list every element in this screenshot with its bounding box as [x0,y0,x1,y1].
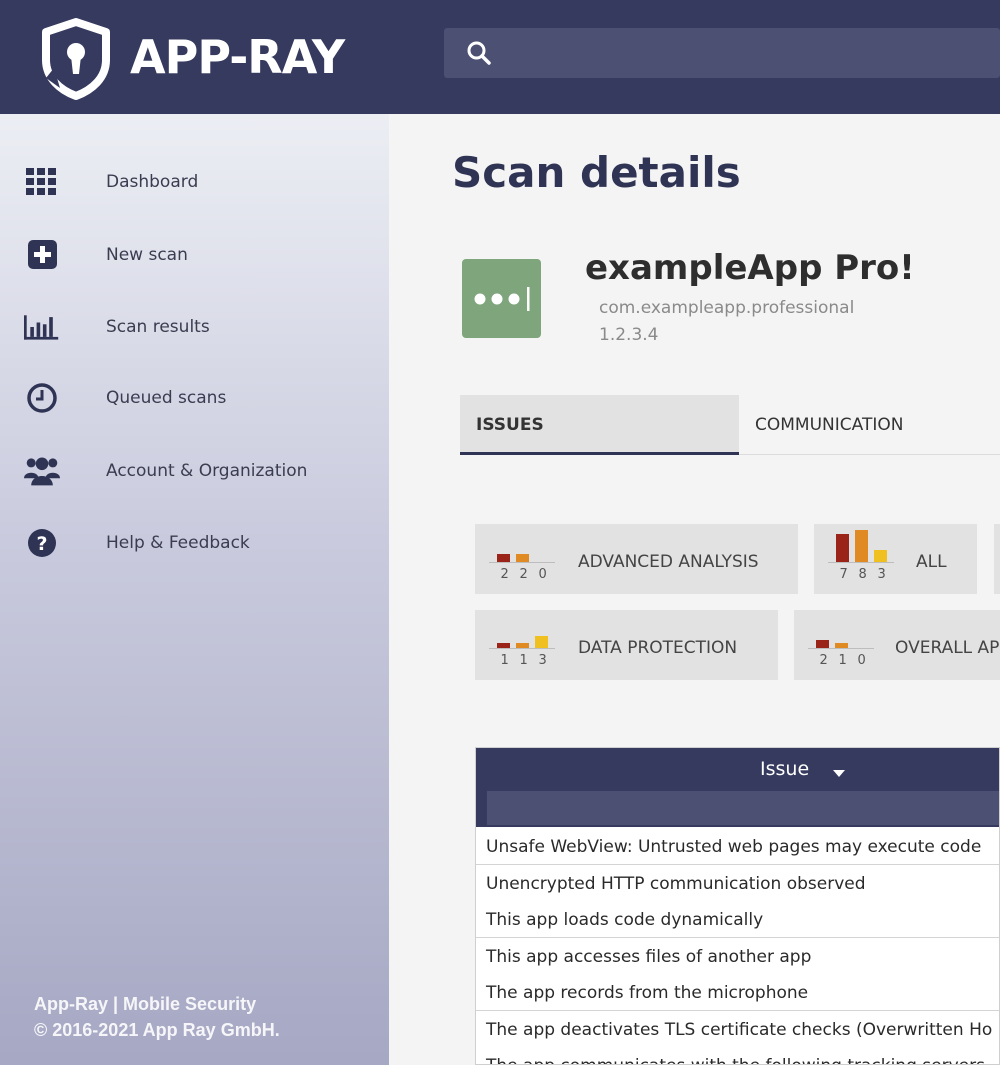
severity-count-low: 0 [539,567,547,582]
severity-bar-high [836,534,849,562]
sort-desc-icon[interactable] [833,770,845,777]
severity-count-medium: 8 [859,567,867,582]
severity-bar-low [874,550,887,562]
shield-logo-icon[interactable] [40,18,112,100]
search-bar[interactable] [444,28,1000,78]
issue-title: The app records from the microphone [486,983,809,1003]
issue-title: The app deactivates TLS certificate chec… [486,1019,993,1040]
severity-count-low: 0 [858,653,866,668]
sidebar-item-scan-results[interactable]: Scan results [0,302,389,352]
tab-label: ISSUES [476,415,544,435]
clock-icon [27,383,57,413]
category-label: ADVANCED ANALYSIS [578,552,759,572]
category-label: OVERALL AP [895,638,1000,658]
severity-count-high: 1 [501,653,509,668]
severity-bar-high [816,640,829,648]
app-version: 1.2.3.4 [599,325,659,345]
severity-mini-chart: 220 [489,554,555,582]
table-row[interactable]: This app loads code dynamically [476,901,999,938]
tab-label: COMMUNICATION [755,415,904,435]
footer-copyright: © 2016-2021 App Ray GmbH. [34,1020,280,1040]
table-header: Issue [476,748,999,827]
sidebar-item-label: Queued scans [106,388,227,408]
severity-bar-medium [516,554,529,562]
issue-filter-input[interactable] [487,791,999,825]
sidebar-item-label: New scan [106,245,188,265]
tab-issues[interactable]: ISSUES [460,395,739,455]
app-name: exampleApp Pro! [585,248,915,288]
issue-title: This app loads code dynamically [486,910,764,930]
sidebar-item-dashboard[interactable]: Dashboard [0,157,389,207]
top-header: APP-RAY [0,0,1000,114]
sidebar-item-label: Account & Organization [106,461,308,481]
severity-bar-high [497,554,510,562]
plus-square-icon [28,240,57,269]
app-package: com.exampleapp.professional [599,298,855,318]
sidebar-item-label: Scan results [106,317,210,337]
severity-count-medium: 1 [839,653,847,668]
sidebar-item-label: Help & Feedback [106,533,250,553]
severity-count-low: 3 [878,567,886,582]
severity-count-high: 7 [840,567,848,582]
brand-name[interactable]: APP-RAY [130,30,345,84]
severity-mini-chart: 783 [828,530,894,582]
page-title: Scan details [452,148,741,197]
category-card-overall[interactable]: 210 OVERALL AP [794,610,1000,680]
severity-bar-low [535,636,548,648]
severity-count-low: 3 [539,653,547,668]
issue-title: The app communicates with the following … [486,1056,985,1064]
category-card-data-protection[interactable]: 113 DATA PROTECTION [475,610,778,680]
table-row[interactable]: The app communicates with the following … [476,1047,999,1064]
table-row[interactable]: This app accesses files of another app [476,937,999,975]
category-label: ALL [916,552,947,572]
severity-count-medium: 2 [520,567,528,582]
tabs-divider [739,454,1000,455]
severity-bar-medium [835,643,848,648]
severity-bar-medium [516,643,529,648]
search-icon[interactable] [466,40,492,66]
help-icon: ? [28,529,56,557]
issue-title: This app accesses files of another app [486,946,812,967]
category-card-partial[interactable] [994,524,1000,594]
column-header-issue[interactable]: Issue [760,758,809,780]
table-row[interactable]: The app deactivates TLS certificate chec… [476,1010,999,1048]
severity-count-medium: 1 [520,653,528,668]
app-icon [462,259,541,338]
issue-title: Unsafe WebView: Untrusted web pages may … [486,837,982,857]
issue-title: Unencrypted HTTP communication observed [486,873,866,894]
category-card-all[interactable]: 783 ALL [814,524,977,594]
sidebar: Dashboard New scan Scan results Queued s… [0,114,389,1065]
password-dots-icon [474,287,530,311]
table-row[interactable]: The app records from the microphone [476,974,999,1011]
sidebar-item-help[interactable]: ? Help & Feedback [0,518,389,568]
severity-bar-high [497,643,510,648]
severity-count-high: 2 [820,653,828,668]
sidebar-item-account[interactable]: Account & Organization [0,446,389,496]
users-icon [24,457,60,486]
table-row[interactable]: Unsafe WebView: Untrusted web pages may … [476,828,999,865]
sidebar-item-queued-scans[interactable]: Queued scans [0,373,389,423]
table-row[interactable]: Unencrypted HTTP communication observed [476,864,999,902]
severity-bar-medium [855,530,868,562]
svg-text:?: ? [36,533,47,555]
severity-mini-chart: 113 [489,636,555,668]
sidebar-item-new-scan[interactable]: New scan [0,230,389,280]
severity-count-high: 2 [501,567,509,582]
bar-chart-icon [24,315,59,340]
main-content: Scan details exampleApp Pro! com.example… [389,114,1000,1065]
footer-product: App-Ray | Mobile Security [34,994,257,1014]
category-label: DATA PROTECTION [578,638,738,658]
tab-communication[interactable]: COMMUNICATION [739,395,1000,455]
sidebar-item-label: Dashboard [106,172,199,192]
grid-icon [26,168,56,195]
issues-table: Issue Unsafe WebView: Untrusted web page… [475,747,1000,1065]
category-card-advanced-analysis[interactable]: 220 ADVANCED ANALYSIS [475,524,798,594]
severity-mini-chart: 210 [808,640,874,668]
